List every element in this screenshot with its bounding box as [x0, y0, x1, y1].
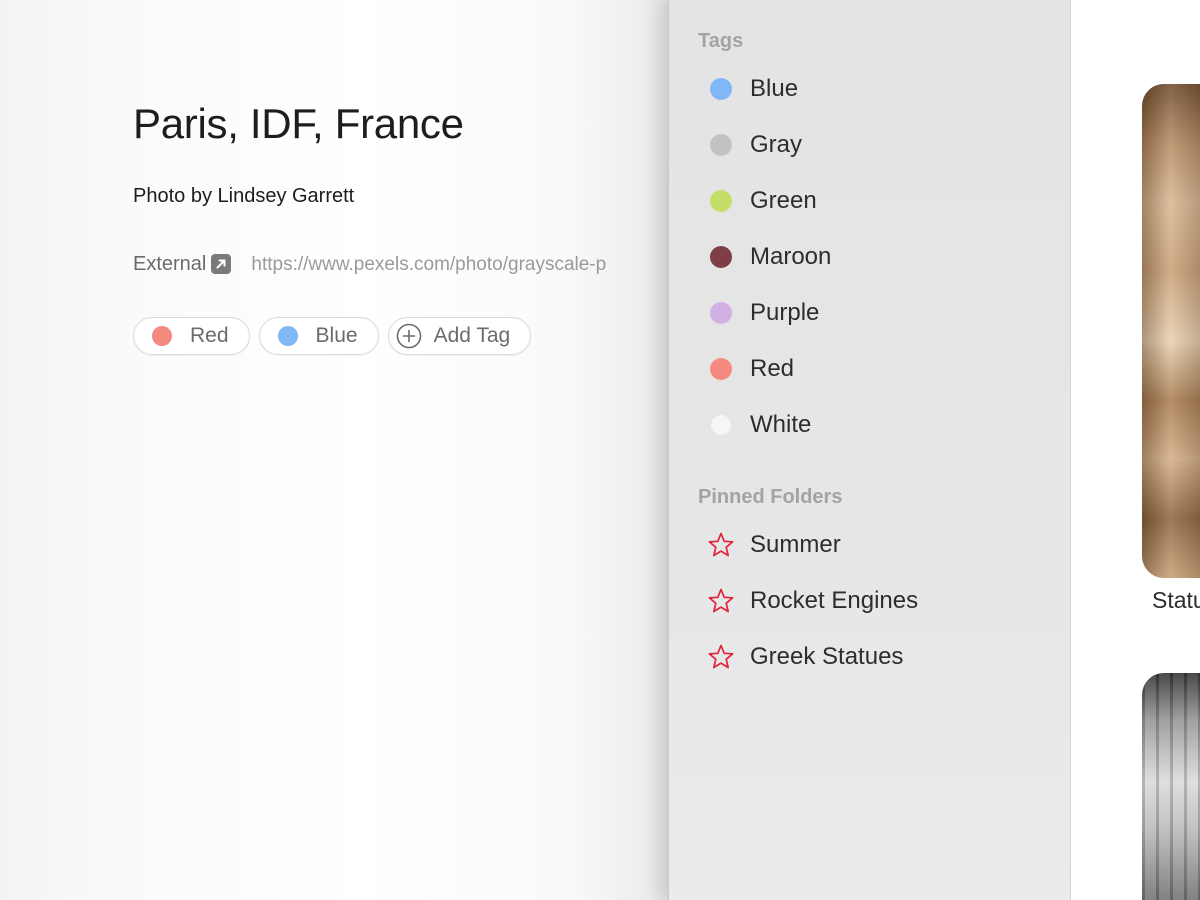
add-tag-button[interactable]: Add Tag	[387, 317, 532, 355]
tag-color-dot	[710, 190, 732, 212]
menu-item-label: Blue	[750, 75, 799, 102]
pinned-folder-summer[interactable]: Summer	[669, 523, 1069, 567]
pinned-folders-header: Pinned Folders	[698, 486, 843, 508]
gallery-grid: Statu	[1071, 0, 1200, 900]
tag-chip-blue[interactable]: Blue	[258, 317, 379, 355]
star-icon	[708, 532, 734, 557]
tag-color-dot	[710, 134, 732, 156]
tag-chip-label: Red	[190, 324, 229, 347]
tag-color-dot	[710, 302, 732, 324]
menu-tag-white[interactable]: White	[669, 403, 1069, 447]
app-window: Paris, IDF, France Photo by Lindsey Garr…	[0, 0, 1200, 900]
page-title: Paris, IDF, France	[133, 100, 464, 147]
photo-credit: Photo by Lindsey Garrett	[133, 185, 355, 207]
menu-item-label: Green	[750, 187, 817, 214]
menu-tag-purple[interactable]: Purple	[669, 291, 1069, 335]
external-label: External	[133, 253, 207, 275]
tag-folder-menu: Tags Blue Gray Green Maroon Purple Red W…	[668, 0, 1071, 900]
tag-color-dot	[710, 358, 732, 380]
external-link-row: External https://www.pexels.com/photo/gr…	[133, 253, 606, 276]
menu-item-label: Maroon	[750, 243, 832, 270]
add-tag-label: Add Tag	[433, 324, 511, 347]
menu-item-label: Red	[750, 355, 795, 382]
tag-color-dot	[710, 414, 732, 436]
menu-item-label: Rocket Engines	[750, 587, 919, 614]
tag-color-dot	[152, 326, 172, 346]
add-circle-icon	[396, 323, 421, 349]
menu-tag-blue[interactable]: Blue	[669, 67, 1069, 111]
tag-chip-red[interactable]: Red	[133, 317, 250, 355]
tag-chip-label: Blue	[315, 324, 358, 347]
menu-item-label: White	[750, 411, 812, 438]
menu-tag-red[interactable]: Red	[669, 347, 1069, 391]
star-icon	[708, 644, 734, 669]
tag-color-dot	[710, 246, 732, 268]
menu-item-label: Gray	[750, 131, 803, 158]
photo-detail-pane: Paris, IDF, France Photo by Lindsey Garr…	[0, 0, 668, 900]
photo-thumbnail[interactable]	[1142, 84, 1200, 578]
menu-item-label: Summer	[750, 531, 841, 558]
external-url-link[interactable]: https://www.pexels.com/photo/grayscale-p	[251, 254, 606, 276]
photo-thumbnail[interactable]	[1142, 673, 1200, 900]
thumbnail-caption: Statu	[1152, 587, 1200, 613]
menu-item-label: Greek Statues	[750, 643, 904, 670]
tag-chip-list: Red Blue Add Tag	[133, 317, 532, 355]
tag-color-dot	[710, 78, 732, 100]
external-link-icon[interactable]	[211, 253, 232, 274]
pinned-folder-rocket-engines[interactable]: Rocket Engines	[669, 579, 1069, 623]
menu-item-label: Purple	[750, 299, 820, 326]
menu-tag-green[interactable]: Green	[669, 179, 1069, 223]
tags-section-header: Tags	[698, 30, 744, 52]
star-icon	[708, 588, 734, 613]
pinned-folder-greek-statues[interactable]: Greek Statues	[669, 635, 1069, 679]
menu-tag-gray[interactable]: Gray	[669, 123, 1069, 167]
menu-tag-maroon[interactable]: Maroon	[669, 235, 1069, 279]
tag-color-dot	[277, 326, 298, 346]
